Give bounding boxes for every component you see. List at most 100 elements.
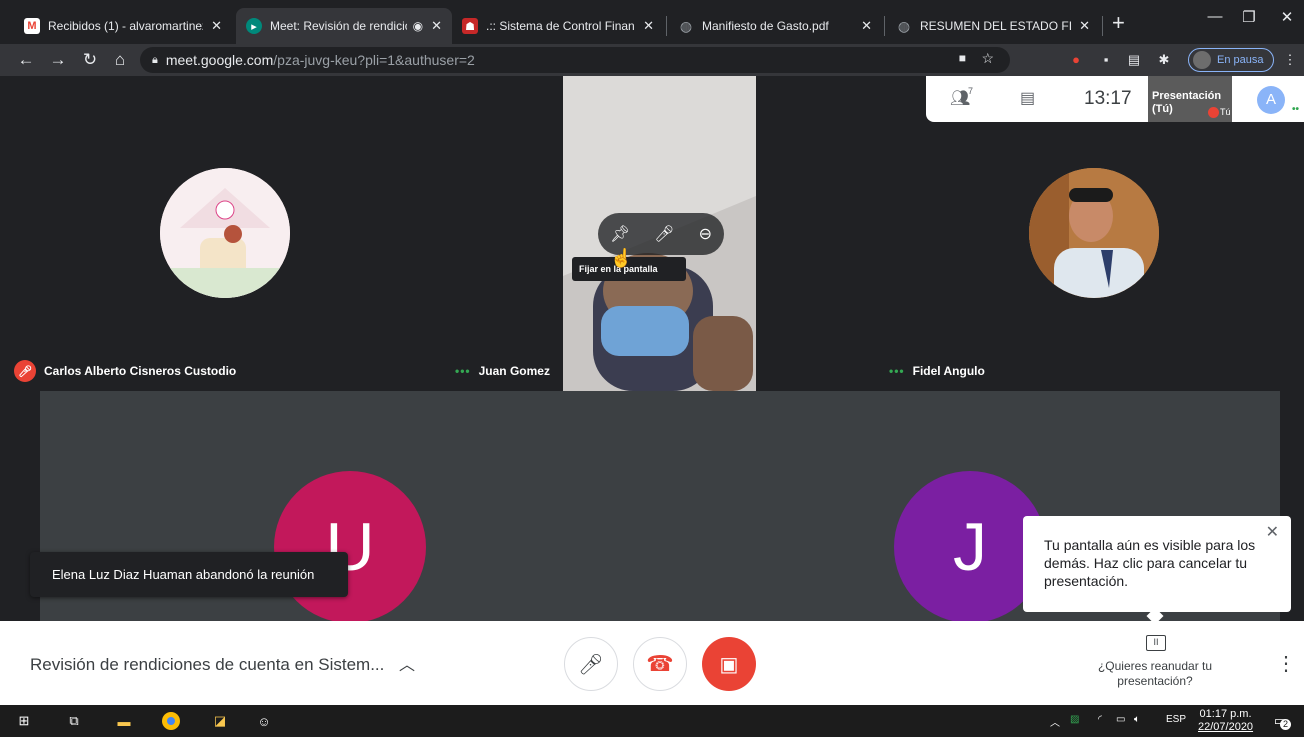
extension-icon[interactable]: ▤ (1124, 50, 1144, 70)
mic-icon[interactable]: 🎤︎ (654, 224, 674, 244)
left-meeting-toast: Elena Luz Diaz Huaman abandonó la reunió… (30, 552, 348, 597)
file-explorer-icon[interactable]: ▬ (114, 711, 134, 731)
notification-count: 2 (1280, 719, 1291, 730)
clock-time: 01:17 p.m. (1199, 708, 1252, 720)
chrome-icon[interactable] (162, 712, 180, 730)
new-tab-icon[interactable]: + (1112, 10, 1125, 36)
notifications-icon[interactable]: ▭ 2 (1270, 711, 1291, 731)
address-bar[interactable]: 🔒︎ meet.google.com /pza-juvg-keu?pli=1&a… (140, 47, 1010, 73)
close-icon[interactable]: ✕ (211, 18, 222, 34)
tray-expand-icon[interactable]: ︿ (1050, 714, 1060, 729)
browser-tab-strip: M Recibidos (1) - alvaromartinezf ✕ ▸ Me… (0, 0, 1304, 44)
tab-gmail[interactable]: M Recibidos (1) - alvaromartinezf ✕ (14, 8, 232, 44)
chat-icon[interactable]: ▤ (1020, 88, 1035, 108)
window-close-icon[interactable]: ✕ (1272, 8, 1302, 26)
resume-presentation-button[interactable]: ¿Quieres reanudar tu presentación? (1086, 659, 1224, 689)
participant-name: Juan Gomez (478, 364, 550, 378)
participant-name-row: 🎤︎ Carlos Alberto Cisneros Custodio (14, 360, 236, 382)
profile-button[interactable]: En pausa (1188, 48, 1274, 72)
home-icon[interactable]: ⌂ (108, 48, 132, 72)
close-icon[interactable]: ✕ (431, 18, 442, 34)
globe-icon: ◍ (897, 17, 911, 34)
tab-title: Meet: Revisión de rendicio (270, 19, 407, 33)
puzzle-icon[interactable]: ✱ (1154, 50, 1174, 70)
camera-icon[interactable]: ■ (959, 51, 966, 65)
lock-icon: 🔒︎ (152, 53, 158, 66)
pause-presentation-icon[interactable]: II (1146, 635, 1166, 651)
mic-button[interactable]: 🎤︎ (564, 637, 618, 691)
close-icon[interactable]: ✕ (1079, 18, 1090, 34)
profile-status: En pausa (1217, 54, 1264, 66)
self-view[interactable]: Presentación (Tú) Tú (1148, 76, 1232, 122)
avatar (160, 168, 290, 298)
tab-manifiesto[interactable]: ◍ Manifiesto de Gasto.pdf ✕ (668, 8, 882, 44)
profile-avatar (1193, 51, 1211, 69)
tab-resumen[interactable]: ◍ RESUMEN DEL ESTADO FINAN ✕ (886, 8, 1100, 44)
reload-icon[interactable]: ↻ (78, 48, 102, 72)
camera-button[interactable]: ▣ (702, 637, 756, 691)
taskbar-clock[interactable]: 01:17 p.m. 22/07/2020 (1198, 708, 1253, 734)
wifi-icon[interactable]: ◜ (1098, 714, 1102, 725)
close-icon[interactable]: ✕ (1266, 524, 1279, 542)
battery-icon[interactable]: ▭ (1116, 714, 1125, 725)
extension-icon[interactable]: ▪ (1096, 50, 1116, 70)
volume-icon[interactable]: 🔈︎ (1134, 714, 1140, 725)
self-label: Tú (1220, 107, 1231, 117)
participant-tile[interactable]: 🎤︎ Carlos Alberto Cisneros Custodio (0, 76, 443, 391)
owl-icon: ☗ (462, 18, 478, 34)
meeting-title[interactable]: Revisión de rendiciones de cuenta en Sis… (30, 655, 384, 675)
people-count: 7 (968, 86, 974, 96)
tab-title: Recibidos (1) - alvaromartinezf (48, 19, 204, 33)
participant-name-row: ••• Juan Gomez (455, 364, 550, 378)
forward-icon[interactable]: → (46, 48, 70, 72)
more-options-icon[interactable]: ⋮ (1276, 651, 1296, 676)
task-view-icon[interactable]: ⧉ (64, 711, 84, 731)
menu-kebab-icon[interactable]: ⋮ (1280, 50, 1300, 70)
speaking-indicator-icon: ••• (455, 364, 471, 378)
url-path: /pza-juvg-keu?pli=1&authuser=2 (273, 52, 475, 68)
back-icon[interactable]: ← (14, 48, 38, 72)
mic-off-icon (1208, 107, 1219, 118)
tab-sistema-control[interactable]: ☗ .:: Sistema de Control Financie ✕ (452, 8, 664, 44)
avatar: U (274, 471, 426, 621)
gmail-icon: M (24, 18, 40, 34)
tab-separator (666, 16, 667, 36)
extension-icon[interactable]: ● (1066, 50, 1086, 70)
tab-separator (884, 16, 885, 36)
tab-title: RESUMEN DEL ESTADO FINAN (920, 19, 1072, 33)
account-avatar[interactable]: A (1257, 86, 1285, 114)
participant-tile[interactable]: ••• Fidel Angulo (877, 76, 1304, 391)
sticky-notes-icon[interactable]: ◪ (210, 711, 230, 731)
feedback-smile-icon[interactable]: ☺ (254, 711, 274, 731)
screen: M Recibidos (1) - alvaromartinezf ✕ ▸ Me… (0, 0, 1304, 737)
tab-title: .:: Sistema de Control Financie (486, 19, 636, 33)
mic-off-icon: 🎤︎ (14, 360, 36, 382)
pin-icon[interactable]: 📌︎ (610, 224, 630, 244)
tab-title: Manifiesto de Gasto.pdf (702, 19, 829, 33)
clock-date: 22/07/2020 (1198, 721, 1254, 733)
restore-icon[interactable]: ❐ (1234, 8, 1264, 26)
hang-up-icon: ☎︎ (646, 651, 674, 676)
windows-start-icon[interactable]: ⊞ (14, 711, 34, 731)
avatar (1029, 168, 1159, 298)
language-indicator[interactable]: ESP (1166, 714, 1186, 725)
minimize-icon[interactable]: — (1200, 8, 1230, 25)
meet-icon: ▸ (246, 18, 262, 34)
camera-off-icon: ▣ (719, 653, 739, 676)
url-host: meet.google.com (165, 52, 274, 68)
leave-call-button[interactable]: ☎︎ (633, 637, 687, 691)
tab-separator (1102, 16, 1103, 36)
close-icon[interactable]: ✕ (861, 18, 872, 34)
presentation-popover: Tu pantalla aún es visible para los demá… (1023, 516, 1291, 625)
mic-icon: 🎤︎ (578, 653, 604, 676)
chevron-up-icon[interactable]: ︿ (399, 651, 415, 675)
tab-meet[interactable]: ▸ Meet: Revisión de rendicio ◉ ✕ (236, 8, 452, 44)
tray-app-icon[interactable]: ▨ (1070, 714, 1079, 725)
meeting-controls-bar: Revisión de rendiciones de cuenta en Sis… (0, 621, 1304, 705)
popover-text: Tu pantalla aún es visible para los demá… (1044, 537, 1256, 589)
bookmark-star-icon[interactable]: ☆ (981, 50, 994, 67)
meeting-info-bar: 👥︎ 7 ▤ 13:17 Presentación (Tú) Tú A •• (926, 76, 1304, 122)
remove-icon[interactable]: ⊖ (699, 224, 712, 244)
close-icon[interactable]: ✕ (643, 18, 654, 34)
hand-cursor-icon: ☝ (610, 248, 633, 268)
